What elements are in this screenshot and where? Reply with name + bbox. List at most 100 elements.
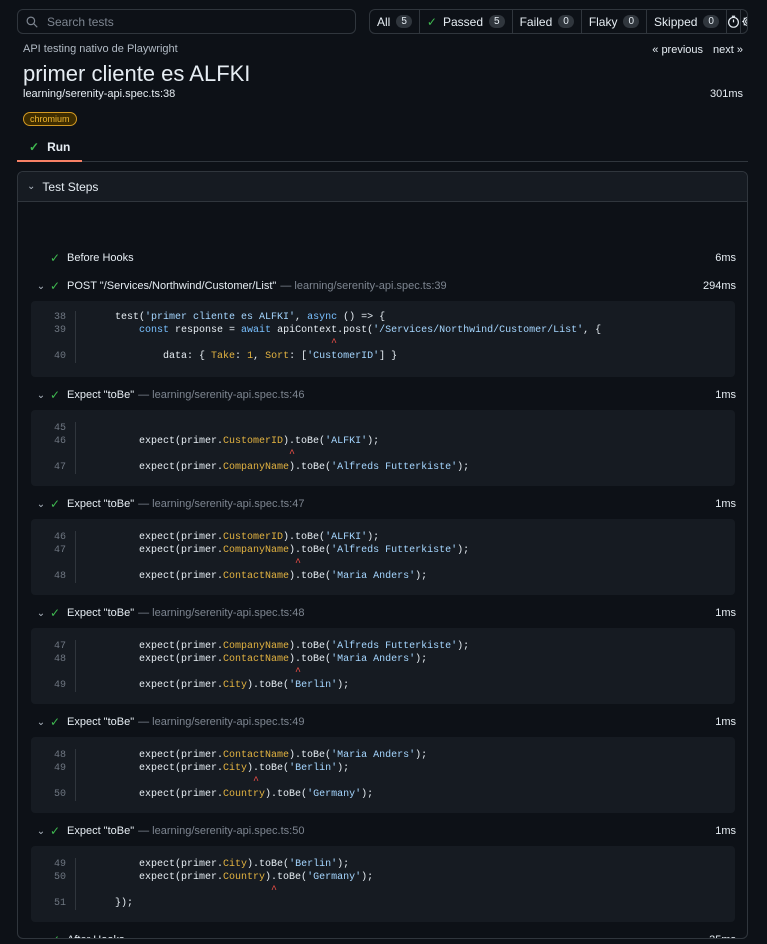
code-token: ).toBe( xyxy=(247,859,290,870)
step-row[interactable]: ⌄ ✓ Expect "toBe" — learning/serenity-api.s… xyxy=(18,711,747,733)
project-tag[interactable]: chromium xyxy=(23,112,77,126)
code-token: : [ xyxy=(289,351,308,362)
line-number: 49 xyxy=(53,680,66,691)
step-row[interactable]: ⌄ ✓ Expect "toBe" — learning/serenity-api.s… xyxy=(18,384,747,406)
step-title: After Hooks xyxy=(67,934,124,938)
code-snippet: 47 expect(primer.CompanyName ).toBe( 'Alfr… xyxy=(31,628,735,704)
gutter-divider xyxy=(75,679,76,692)
step-row[interactable]: ⌄ ✓ Expect "toBe" — learning/serenity-api.s… xyxy=(18,820,747,842)
line-number: 47 xyxy=(53,641,66,652)
code-token: ^ xyxy=(91,667,302,678)
code-token: ).toBe( xyxy=(289,654,332,665)
line-number: 46 xyxy=(53,532,66,543)
code-token: expect(primer. xyxy=(91,789,224,800)
filter-failed[interactable]: Failed 0 xyxy=(513,10,582,33)
check-icon: ✓ xyxy=(50,279,61,293)
step-row[interactable]: ›✓After Hooks 35ms xyxy=(18,929,747,938)
code-token: ).toBe( xyxy=(265,789,308,800)
code-token: 'primer cliente es ALFKI' xyxy=(145,312,296,323)
panel-title: Test Steps xyxy=(42,179,99,194)
code-token: ^ xyxy=(91,776,260,787)
gutter-divider xyxy=(75,544,76,557)
code-token: ).toBe( xyxy=(247,763,290,774)
speedboard-button[interactable] xyxy=(727,10,741,33)
code-line: 39 const response = await apiContext.pos… xyxy=(31,324,735,337)
chevron-down-icon: ⌄ xyxy=(36,280,46,292)
code-token: ); xyxy=(415,571,428,582)
code-token: 'Germany' xyxy=(307,789,362,800)
code-token: Country xyxy=(223,789,266,800)
code-token: City xyxy=(223,763,248,774)
code-token: expect(primer. xyxy=(91,859,224,870)
check-icon: ✓ xyxy=(50,388,61,402)
code-text: const response = await apiContext.post('… xyxy=(91,324,601,337)
code-text: ^ xyxy=(91,775,259,788)
settings-button[interactable] xyxy=(741,10,747,33)
code-text: data: { Take: 1, Sort: ['CustomerID'] } xyxy=(91,350,397,363)
step-duration: 1ms xyxy=(715,389,736,401)
gutter-divider xyxy=(75,884,76,897)
step-duration: 35ms xyxy=(709,934,736,938)
code-line: 46 expect(primer.CustomerID).toBe('ALFKI… xyxy=(31,435,735,448)
step-duration: 1ms xyxy=(715,607,736,619)
step-location: — learning/serenity-api.spec.ts:47 xyxy=(138,498,305,510)
toolbar: All 5 ✓ Passed 5 Failed 0 Flaky 0 Skipped 0 xyxy=(17,9,748,34)
test-steps-header[interactable]: ⌄ Test Steps xyxy=(18,172,747,202)
code-line: 47 expect(primer.CompanyName).toBe('Alfr… xyxy=(31,544,735,557)
code-token: CompanyName xyxy=(223,641,290,652)
next-link[interactable]: next » xyxy=(713,44,743,56)
gutter-divider xyxy=(75,749,76,762)
search-icon xyxy=(26,16,38,28)
filter-skipped[interactable]: Skipped 0 xyxy=(647,10,727,33)
code-token: ^ xyxy=(91,558,302,569)
code-token: City xyxy=(223,859,248,870)
code-token: Country xyxy=(223,872,266,883)
step-row[interactable]: ⌄ ✓ Expect "toBe" — learning/serenity-api.s… xyxy=(18,602,747,624)
code-text: expect(primer.Country).toBe('Germany'); xyxy=(91,788,373,801)
check-icon: ✓ xyxy=(50,715,61,729)
previous-link[interactable]: « previous xyxy=(652,44,703,56)
line-number: 50 xyxy=(53,872,66,883)
line-number: 49 xyxy=(53,763,66,774)
check-icon: ✓ xyxy=(50,824,61,838)
code-text: expect(primer.ContactName).toBe('Maria A… xyxy=(91,570,427,583)
code-token: ); xyxy=(337,859,350,870)
code-token: }); xyxy=(91,898,134,909)
code-text: ^ xyxy=(91,884,277,897)
check-icon: ✓ xyxy=(50,497,61,511)
code-token: 'Alfreds Futterkiste' xyxy=(331,641,458,652)
step-row[interactable]: ✓ Before Hooks 6ms xyxy=(18,247,747,269)
code-text: }); xyxy=(91,897,133,910)
code-token: CompanyName xyxy=(223,462,290,473)
filter-passed[interactable]: ✓ Passed 5 xyxy=(420,10,513,33)
step-row[interactable]: ⌄ ✓ POST "/Services/Northwind/Customer/Lis… xyxy=(18,275,747,297)
filter-label: Skipped xyxy=(654,14,698,29)
gutter-divider xyxy=(75,762,76,775)
step-duration: 294ms xyxy=(702,280,736,292)
gutter-divider xyxy=(75,653,76,666)
step-location: — learning/serenity-api.spec.ts:46 xyxy=(138,389,305,401)
search-box[interactable] xyxy=(17,9,356,34)
gutter-divider xyxy=(75,350,76,363)
filter-all[interactable]: All 5 xyxy=(370,10,420,33)
line-number: 46 xyxy=(53,436,66,447)
step-title: Expect "toBe" xyxy=(67,825,135,837)
filter-label: Failed xyxy=(519,14,553,29)
code-line: ^ xyxy=(31,557,735,570)
stopwatch-icon xyxy=(728,15,739,28)
code-snippet: 46 expect(primer.CustomerID).toBe('ALFKI… xyxy=(31,519,735,595)
code-token: expect(primer. xyxy=(91,641,224,652)
code-token: ).toBe( xyxy=(289,571,332,582)
step-location: — learning/serenity-api.spec.ts:50 xyxy=(138,825,305,837)
step-row[interactable]: ⌄ ✓ Expect "toBe" — learning/serenity-api.s… xyxy=(18,493,747,515)
search-input[interactable] xyxy=(47,14,337,29)
code-token: ).toBe( xyxy=(289,750,332,761)
gutter-divider xyxy=(75,448,76,461)
line-number: 47 xyxy=(53,545,66,556)
code-token: ).toBe( xyxy=(247,680,290,691)
filter-flaky[interactable]: Flaky 0 xyxy=(582,10,648,33)
gutter-divider xyxy=(75,557,76,570)
gutter-divider xyxy=(75,337,76,350)
tab-run[interactable]: ✓ Run xyxy=(17,134,83,162)
code-token: ] } xyxy=(379,351,398,362)
